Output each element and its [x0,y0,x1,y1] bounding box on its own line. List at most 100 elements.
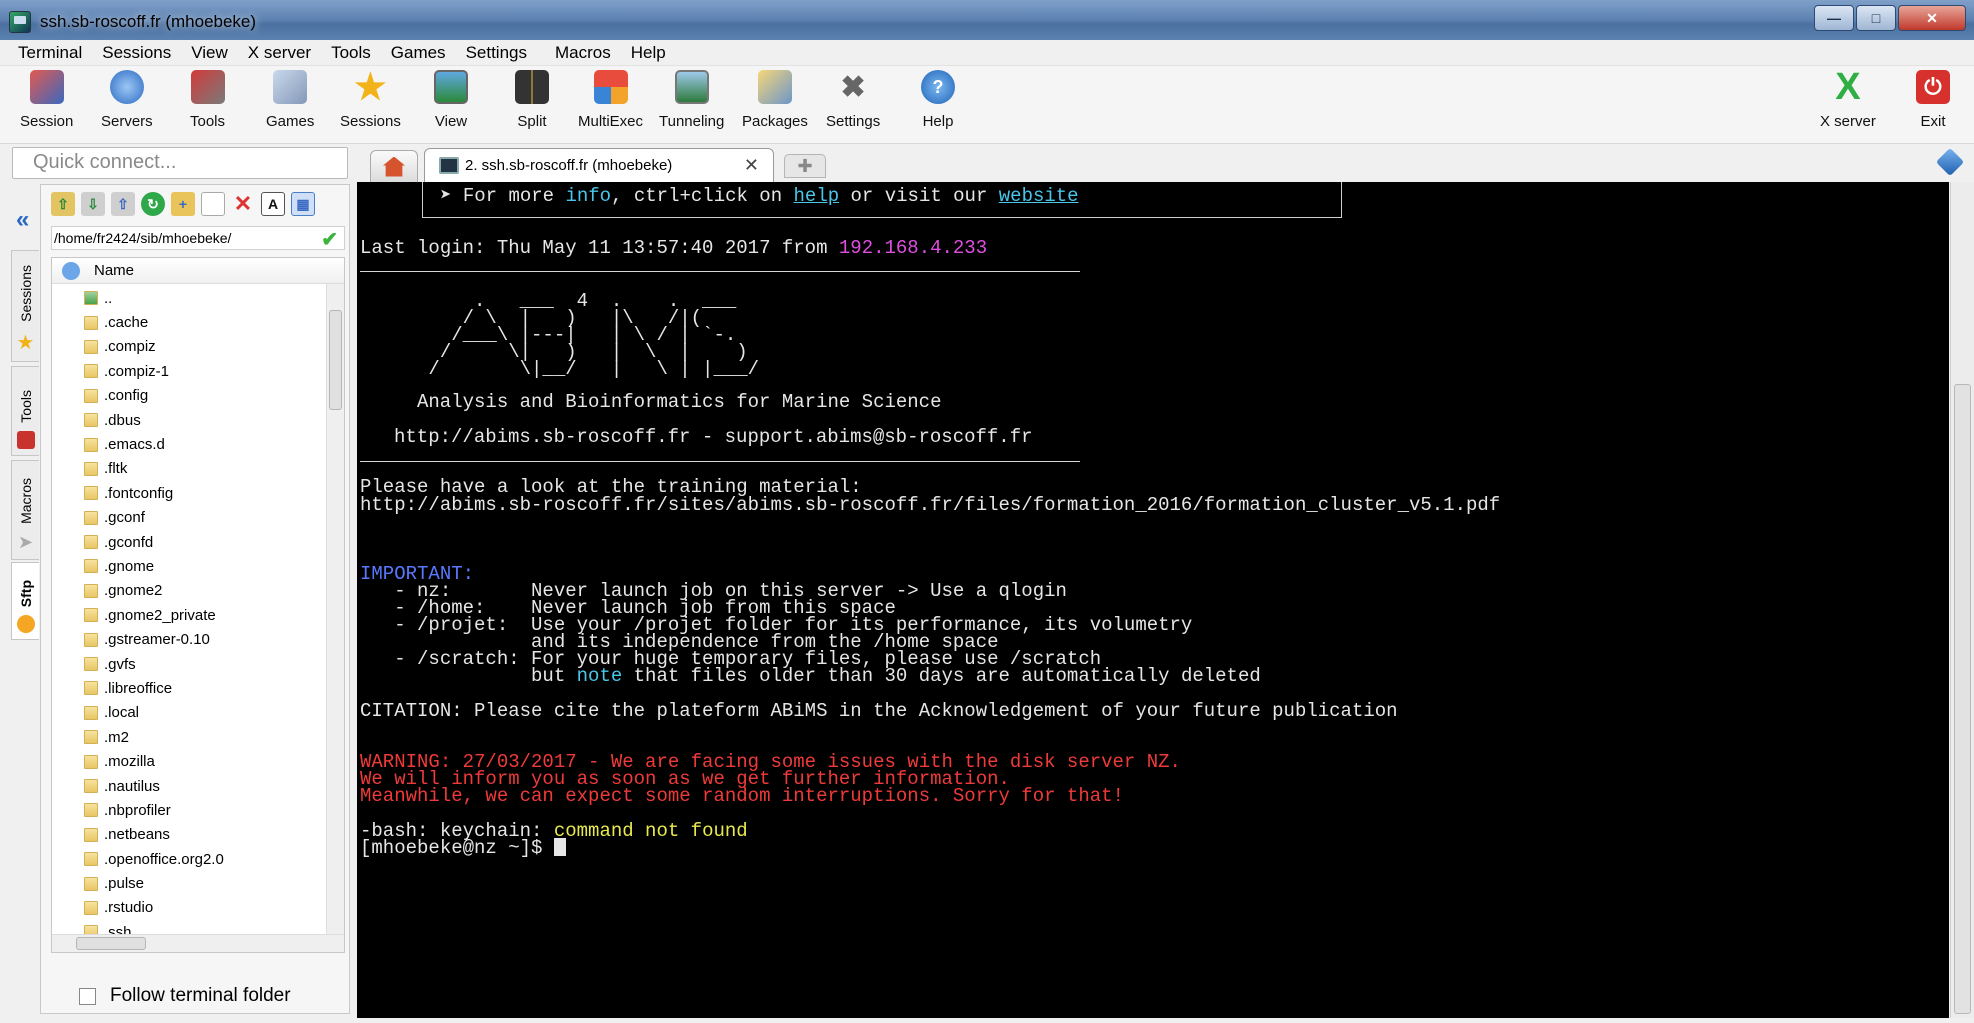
column-header-name[interactable]: Name [52,258,344,284]
terminal-scrollbar[interactable] [1950,182,1974,1018]
file-row[interactable]: .nautilus [52,774,328,798]
website-link[interactable]: website [999,185,1079,207]
help-label: Help [922,113,954,130]
file-row[interactable]: .local [52,701,328,725]
parent-folder-icon[interactable]: ⇧ [51,192,75,216]
file-name: .fontconfig [104,484,174,502]
menu-xserver[interactable]: X server [238,43,321,63]
ssh-session-tab[interactable]: 2. ssh.sb-roscoff.fr (mhoebeke) ✕ [424,148,774,182]
follow-checkbox-box[interactable] [79,987,96,1005]
file-list-vscroll-thumb[interactable] [329,310,342,410]
file-row[interactable]: .gnome [52,554,328,578]
menu-games[interactable]: Games [381,43,456,63]
folder-icon [84,754,98,769]
packages-label: Packages [742,113,808,130]
split-button[interactable]: Split [515,70,549,130]
file-row[interactable]: .rstudio [52,896,328,920]
file-row[interactable]: .m2 [52,725,328,749]
view-button[interactable]: View [434,70,468,130]
logo-line-4: / \|__/ | \ | |___/ [360,358,760,380]
sftp-panel: ⇧ ⇩ ⇧ ↻ + ✕ A ▦ /home/fr2424/sib/mhoebek… [40,184,350,1014]
new-file-icon[interactable] [201,192,225,216]
folder-icon [84,730,98,745]
quick-connect-input[interactable]: Quick connect... [12,147,348,179]
tab-macros[interactable]: Macros ➤ [11,460,39,560]
file-row[interactable]: .pulse [52,871,328,895]
exit-button[interactable]: ⏻ Exit [1916,70,1950,130]
path-ok-check-icon[interactable]: ✔ [321,227,338,252]
file-row[interactable]: .cache [52,310,328,334]
file-row[interactable]: .gnome2_private [52,603,328,627]
shell-prompt: [mhoebeke@nz ~]$ [360,837,554,859]
sftp-file-list: Name .. .cache .compiz .compiz-1 .config .dbu… [51,257,345,953]
tab-tools[interactable]: Tools [11,366,39,456]
prompt-line[interactable]: [mhoebeke@nz ~]$ [360,838,566,859]
file-row[interactable]: .gconf [52,506,328,530]
sessions-button[interactable]: ★ Sessions [340,66,401,130]
menu-tools[interactable]: Tools [321,43,381,63]
home-tab[interactable] [370,150,418,182]
file-row[interactable]: .dbus [52,408,328,432]
follow-terminal-folder-checkbox[interactable]: Follow terminal folder [79,985,291,1007]
tools-button[interactable]: Tools [190,70,225,130]
contact-line: http://abims.sb-roscoff.fr - support.abi… [394,426,1033,448]
file-row[interactable]: .fltk [52,457,328,481]
menu-help[interactable]: Help [621,43,676,63]
file-list-vscrollbar[interactable] [326,284,344,936]
file-row[interactable]: .gnome2 [52,579,328,603]
file-row[interactable]: .openoffice.org2.0 [52,847,328,871]
games-button[interactable]: Games [266,70,314,130]
new-tab-button[interactable]: ✚ [784,154,826,178]
folder-icon [84,583,98,598]
menu-terminal[interactable]: Terminal [8,43,92,63]
maximize-button[interactable]: □ [1856,5,1896,31]
file-name: .. [104,289,113,307]
sftp-path-field[interactable]: /home/fr2424/sib/mhoebeke/ ✔ [51,226,345,252]
tunneling-button[interactable]: Tunneling [659,70,724,130]
menu-view[interactable]: View [181,43,238,63]
menu-macros[interactable]: Macros [545,43,621,63]
minimize-button[interactable]: — [1814,5,1854,31]
tab-sftp[interactable]: Sftp [11,562,39,640]
file-row[interactable]: .compiz-1 [52,359,328,383]
servers-button[interactable]: Servers [101,70,153,130]
xserver-button[interactable]: X X server [1820,66,1876,131]
file-row[interactable]: .mozilla [52,749,328,773]
delete-icon[interactable]: ✕ [231,191,255,216]
file-row[interactable]: .fontconfig [52,481,328,505]
file-row[interactable]: .gstreamer-0.10 [52,627,328,651]
file-row[interactable]: .. [52,286,328,310]
tab-sessions[interactable]: Sessions ★ [11,250,39,362]
multiexec-button[interactable]: MultiExec [578,70,643,130]
collapse-sidebar-icon[interactable]: « [16,206,29,234]
toggle-view-icon[interactable]: ▦ [291,192,315,216]
info-middle: , ctrl+click on [611,185,794,207]
terminal-scroll-thumb[interactable] [1954,384,1971,1014]
session-button[interactable]: Session [20,70,73,130]
refresh-icon[interactable]: ↻ [141,192,165,216]
menu-sessions[interactable]: Sessions [92,43,181,63]
file-list-hscrollbar[interactable] [52,934,344,952]
file-row[interactable]: .libreoffice [52,676,328,700]
close-window-button[interactable]: ✕ [1898,5,1966,31]
packages-button[interactable]: Packages [742,70,808,130]
file-row[interactable]: .config [52,384,328,408]
file-row[interactable]: .gconfd [52,530,328,554]
help-button[interactable]: ? Help [921,70,955,130]
separator-top [360,271,1080,272]
new-folder-icon[interactable]: + [171,192,195,216]
file-list-hscroll-thumb[interactable] [76,937,146,950]
file-row[interactable]: .emacs.d [52,432,328,456]
menu-settings[interactable]: Settings [456,43,537,63]
file-row[interactable]: .netbeans [52,823,328,847]
download-icon[interactable]: ⇩ [81,192,105,216]
terminal-output[interactable]: ➤ For more info, ctrl+click on help or v… [357,182,1949,1018]
file-row[interactable]: .gvfs [52,652,328,676]
settings-button[interactable]: ✖ Settings [826,70,880,131]
file-row[interactable]: .compiz [52,335,328,359]
upload-icon[interactable]: ⇧ [111,192,135,216]
close-tab-icon[interactable]: ✕ [744,155,759,176]
help-link[interactable]: help [794,185,840,207]
file-row[interactable]: .nbprofiler [52,798,328,822]
rename-icon[interactable]: A [261,192,285,216]
